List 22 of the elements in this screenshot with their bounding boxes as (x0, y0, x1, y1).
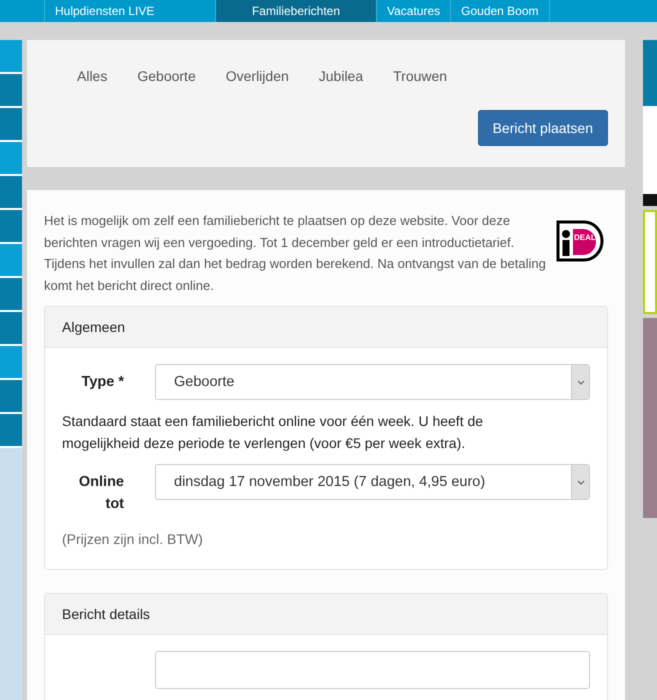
dropdown-field[interactable]: Geboorte (155, 364, 590, 400)
nav-tab[interactable]: Familieberichten (216, 0, 377, 22)
filter-tab[interactable]: Overlijden (226, 68, 289, 84)
caret-icon (576, 480, 584, 484)
field-label: Online tot (78, 473, 124, 514)
caret-icon (576, 380, 584, 384)
banner-block (643, 40, 657, 106)
info-text: Standaard staat een familiebericht online voor één week. U heeft de mogelijkheid deze periode te verlengen (voor €5 per week extra). (62, 412, 484, 453)
panel-title: Bericht details (62, 606, 150, 622)
panel-title: Algemeen (62, 319, 126, 335)
input-field[interactable] (155, 651, 590, 689)
filter-tab[interactable]: Trouwen (393, 68, 448, 84)
filter-tab[interactable]: Jubilea (318, 68, 364, 84)
post-message-button[interactable]: Bericht plaatsen (478, 110, 608, 146)
field-label: Type * (80, 373, 124, 392)
filter-tab[interactable]: Geboorte (137, 68, 196, 84)
divider-bar (643, 194, 657, 206)
dropdown-field[interactable]: dinsdag 17 november 2015 (7 dagen, 4,95 euro) (155, 464, 590, 500)
intro-text: Het is mogelijk om zelf een familiebericht te plaatsen op deze website. Voor deze berichten vragen wij een vergoeding. Tot 1 december geld er een introductietarief. Tijdens het invullen zal dan het bedrag worden berekend. Na ontvangst van de betaling komt het bericht direct online. (44, 212, 547, 294)
price-note: (Prijzen zijn incl. BTW) (62, 531, 204, 547)
payment-logo-icon: DEAL (556, 220, 604, 262)
filter-tab[interactable]: Alles (77, 68, 108, 84)
